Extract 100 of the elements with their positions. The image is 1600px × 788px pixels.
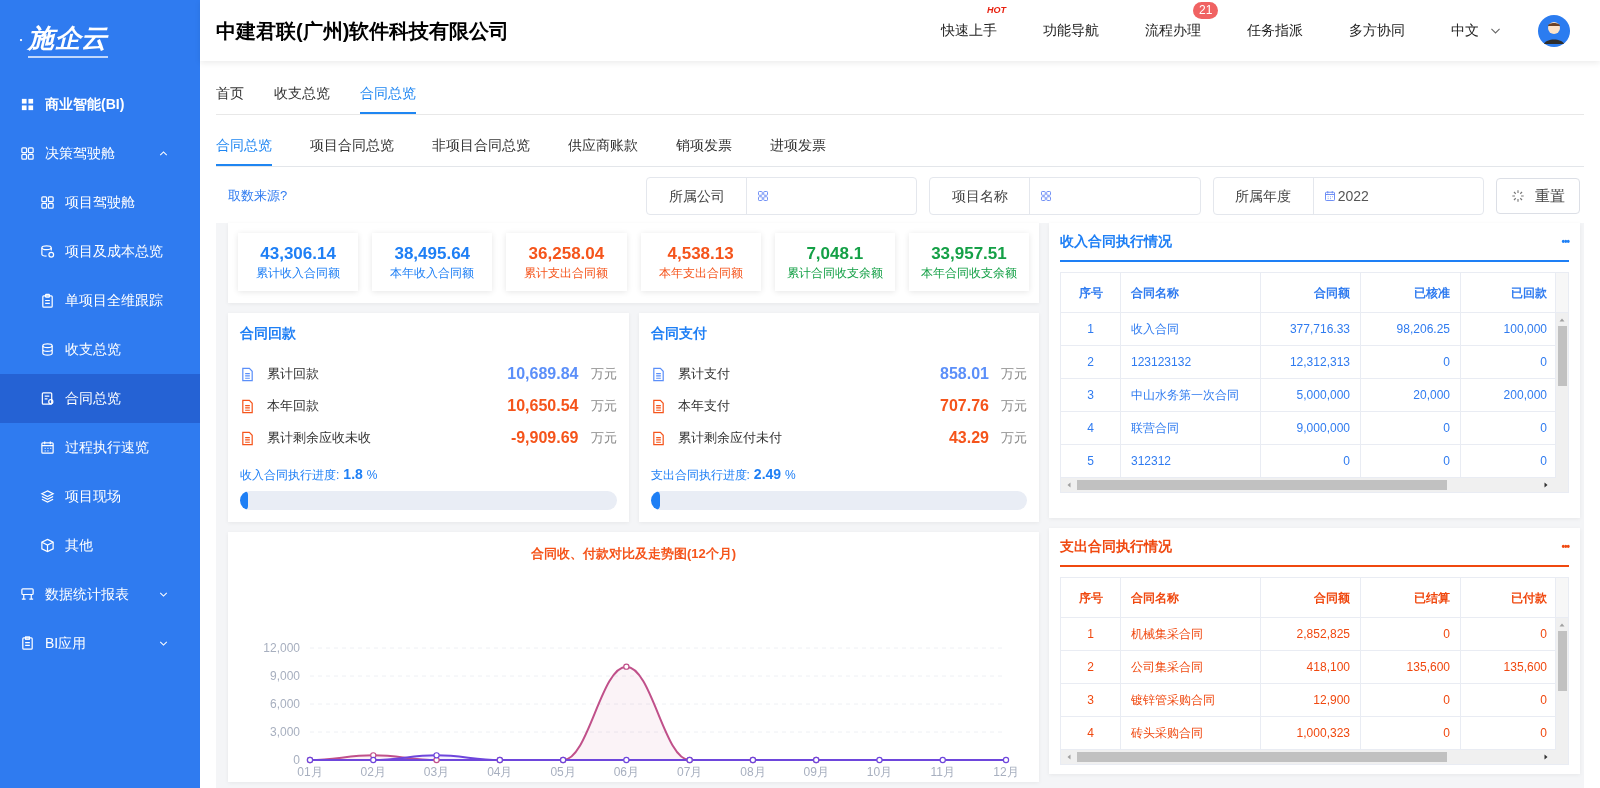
- column-header: 序号: [1061, 273, 1121, 312]
- table-cell: 1: [1061, 618, 1121, 650]
- table-cell: 砖头采购合同: [1121, 717, 1261, 749]
- stat-value: 7,048.1: [806, 245, 864, 262]
- column-header: 已核准: [1361, 273, 1461, 312]
- column-header: 合同名称: [1121, 273, 1261, 312]
- table-cell: 123123132: [1121, 346, 1261, 378]
- axis-tick-label: 02月: [360, 764, 386, 779]
- table-cell: 5,000,000: [1261, 379, 1361, 411]
- axis-tick-label: 03月: [423, 764, 450, 779]
- table-cell: 0: [1361, 346, 1461, 378]
- axis-tick-label: 12月: [993, 764, 1019, 779]
- table-cell: 收入合同: [1121, 313, 1261, 345]
- table-cell: 0: [1361, 717, 1461, 749]
- hot-label: HOT: [987, 6, 1006, 15]
- axis-tick-label: 05月: [550, 764, 576, 779]
- table-cell: 377,716.33: [1261, 313, 1361, 345]
- table-cell: 0: [1361, 618, 1461, 650]
- table-cell: 4: [1061, 717, 1121, 749]
- logo-text: 施企云: [28, 22, 108, 58]
- column-header: 合同额: [1261, 273, 1361, 312]
- chart-title: 合同收、付款对比及走势图(12个月): [529, 545, 738, 563]
- table-cell: 联营合同: [1121, 412, 1261, 444]
- table-cell: 98,206.25: [1361, 313, 1461, 345]
- metric-label: 本年支付: [677, 397, 731, 416]
- metric-value: 707.76: [940, 396, 989, 416]
- table-cell: 312312: [1121, 445, 1261, 477]
- table-cell: 1: [1061, 313, 1121, 345]
- table-cell: 3: [1061, 684, 1121, 716]
- table-cell: 0: [1361, 412, 1461, 444]
- progress-label: 支出合同执行进度:: [650, 467, 750, 484]
- stat-value: 4,538.13: [667, 245, 734, 262]
- table-cell: 中山水务第一次合同: [1121, 379, 1261, 411]
- axis-tick-label: 10月: [866, 764, 893, 779]
- panel-title: 收入合同执行情况: [1060, 232, 1172, 251]
- stat-value: 43,306.14: [260, 245, 336, 262]
- unit-label: 万元: [1001, 397, 1027, 416]
- table-cell: 4: [1061, 412, 1121, 444]
- progress-unit: %: [785, 467, 796, 484]
- metric-value: -9,909.69: [510, 428, 579, 448]
- count-badge: 21: [1193, 2, 1219, 19]
- column-header: 合同额: [1261, 578, 1361, 617]
- table-cell: 418,100: [1261, 651, 1361, 683]
- table-cell: 公司集采合同: [1121, 651, 1261, 683]
- panel-title: 支出合同执行情况: [1060, 537, 1172, 556]
- unit-label: 万元: [590, 365, 617, 384]
- metric-label: 累计剩余应付未付: [677, 429, 783, 448]
- table-cell: 0: [1361, 445, 1461, 477]
- stat-value: 36,258.04: [528, 245, 605, 262]
- axis-tick-label: 9,000: [269, 668, 300, 683]
- axis-tick-label: 01月: [297, 764, 323, 779]
- stat-value: 38,495.64: [394, 245, 471, 262]
- table-cell: 1,000,323: [1261, 717, 1361, 749]
- metric-label: 累计支付: [677, 365, 731, 384]
- metric-value: 858.01: [940, 364, 989, 384]
- stat-label: 累计支出合同额: [524, 267, 609, 279]
- axis-tick-label: 3,000: [269, 724, 300, 739]
- metric-value: 10,689.84: [507, 364, 579, 384]
- axis-tick-label: 04月: [487, 764, 513, 779]
- table-cell: 0: [1361, 684, 1461, 716]
- unit-label: 万元: [590, 397, 617, 416]
- unit-label: 万元: [1001, 429, 1027, 448]
- metric-label: 累计回款: [267, 365, 320, 384]
- table-cell: 12,312,313: [1261, 346, 1361, 378]
- table-cell: 0: [1261, 445, 1361, 477]
- progress-label: 收入合同执行进度:: [240, 467, 340, 484]
- metric-label: 累计剩余应收未收: [267, 429, 372, 448]
- table-cell: 12,900: [1261, 684, 1361, 716]
- axis-tick-label: 6,000: [269, 696, 300, 711]
- table-cell: 2: [1061, 651, 1121, 683]
- axis-tick-label: 08月: [740, 764, 766, 779]
- column-header: 已结算: [1361, 578, 1461, 617]
- progress-value: 2.49: [753, 465, 782, 484]
- company-name: 中建君联(广州)软件科技有限公司: [216, 18, 511, 44]
- unit-label: 万元: [590, 429, 617, 448]
- table-cell: 机械集采合同: [1121, 618, 1261, 650]
- axis-tick-label: 07月: [676, 764, 703, 779]
- progress-value: 1.8: [343, 465, 363, 484]
- axis-tick-label: 0: [293, 752, 300, 767]
- table-cell: 5: [1061, 445, 1121, 477]
- unit-label: 万元: [1001, 365, 1027, 384]
- stat-label: 累计合同收支余额: [786, 267, 883, 279]
- metric-value: 10,650.54: [507, 396, 579, 416]
- progress-unit: %: [366, 467, 378, 484]
- table-cell: 9,000,000: [1261, 412, 1361, 444]
- table-cell: 2,852,825: [1261, 618, 1361, 650]
- column-header: 序号: [1061, 578, 1121, 617]
- stat-value: 33,957.51: [931, 245, 1007, 262]
- panel-title: 合同支付: [650, 324, 708, 343]
- table-cell: 3: [1061, 379, 1121, 411]
- table-cell: 镀锌管采购合同: [1121, 684, 1261, 716]
- table-cell: 135,600: [1361, 651, 1461, 683]
- axis-tick-label: 12,000: [263, 640, 300, 655]
- axis-tick-label: 06月: [613, 764, 640, 779]
- metric-value: 43.29: [948, 428, 989, 448]
- column-header: 合同名称: [1121, 578, 1261, 617]
- metric-label: 本年回款: [267, 397, 320, 416]
- stat-label: 本年合同收支余额: [920, 267, 1017, 279]
- stat-label: 本年收入合同额: [390, 267, 475, 279]
- axis-tick-label: 09月: [803, 764, 829, 779]
